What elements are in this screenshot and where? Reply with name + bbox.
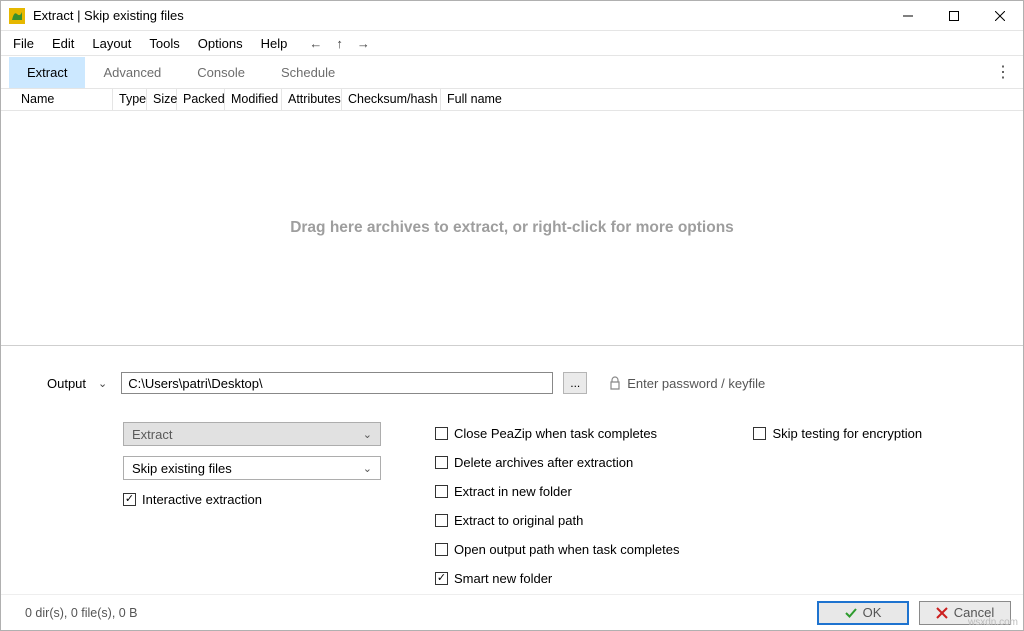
open-output-checkbox[interactable]: Open output path when task completes bbox=[435, 542, 679, 557]
col-attributes[interactable]: Attributes bbox=[282, 89, 342, 110]
menu-edit[interactable]: Edit bbox=[44, 34, 82, 53]
output-dropdown-caret[interactable]: ⌄ bbox=[98, 377, 107, 390]
nav-back[interactable]: ← bbox=[303, 34, 328, 53]
drop-area[interactable]: Drag here archives to extract, or right-… bbox=[1, 111, 1023, 345]
col-type[interactable]: Type bbox=[113, 89, 147, 110]
titlebar: Extract | Skip existing files bbox=[1, 1, 1023, 31]
options-panel: Output ⌄ ... Enter password / keyfile Ex… bbox=[1, 346, 1023, 594]
nav-forward[interactable]: → bbox=[351, 34, 376, 53]
column-headers: Name Type Size Packed Modified Attribute… bbox=[1, 89, 1023, 111]
menu-file[interactable]: File bbox=[5, 34, 42, 53]
delete-label: Delete archives after extraction bbox=[454, 455, 633, 470]
middle-checkbox-list: Close PeaZip when task completes Delete … bbox=[435, 422, 679, 586]
tab-console[interactable]: Console bbox=[179, 57, 263, 88]
col-packed[interactable]: Packed bbox=[177, 89, 225, 110]
close-on-complete-checkbox[interactable]: Close PeaZip when task completes bbox=[435, 426, 679, 441]
chevron-down-icon: ⌄ bbox=[363, 462, 372, 475]
tab-extract[interactable]: Extract bbox=[9, 57, 85, 88]
output-path-input[interactable] bbox=[121, 372, 553, 394]
checkbox-icon bbox=[123, 493, 136, 506]
skiptest-label: Skip testing for encryption bbox=[772, 426, 922, 441]
tab-schedule[interactable]: Schedule bbox=[263, 57, 353, 88]
checkbox-icon bbox=[435, 427, 448, 440]
mode-combo-label: Skip existing files bbox=[132, 461, 232, 476]
original-path-checkbox[interactable]: Extract to original path bbox=[435, 513, 679, 528]
delete-after-checkbox[interactable]: Delete archives after extraction bbox=[435, 455, 679, 470]
col-name[interactable]: Name bbox=[1, 89, 113, 110]
chevron-down-icon: ⌄ bbox=[363, 428, 372, 441]
menu-layout[interactable]: Layout bbox=[84, 34, 139, 53]
checkbox-icon bbox=[753, 427, 766, 440]
checkbox-icon bbox=[435, 543, 448, 556]
interactive-label: Interactive extraction bbox=[142, 492, 262, 507]
action-combo[interactable]: Extract ⌄ bbox=[123, 422, 381, 446]
checkbox-icon bbox=[435, 485, 448, 498]
password-link-label: Enter password / keyfile bbox=[627, 376, 765, 391]
mode-combo[interactable]: Skip existing files ⌄ bbox=[123, 456, 381, 480]
ok-button[interactable]: OK bbox=[817, 601, 909, 625]
output-label: Output bbox=[47, 376, 86, 391]
left-controls: Extract ⌄ Skip existing files ⌄ Interact… bbox=[123, 422, 381, 507]
new-folder-checkbox[interactable]: Extract in new folder bbox=[435, 484, 679, 499]
drop-hint: Drag here archives to extract, or right-… bbox=[290, 219, 734, 237]
col-fullname[interactable]: Full name bbox=[441, 89, 1023, 110]
enter-password-link[interactable]: Enter password / keyfile bbox=[609, 376, 765, 391]
menu-options[interactable]: Options bbox=[190, 34, 251, 53]
ok-label: OK bbox=[863, 605, 882, 620]
right-checkbox-list: Skip testing for encryption bbox=[753, 422, 922, 441]
window-title: Extract | Skip existing files bbox=[33, 8, 885, 23]
statusbar: 0 dir(s), 0 file(s), 0 B OK Cancel bbox=[1, 594, 1023, 630]
maximize-button[interactable] bbox=[931, 1, 977, 30]
watermark: wsxdn.com bbox=[968, 617, 1018, 628]
browse-output-button[interactable]: ... bbox=[563, 372, 587, 394]
col-modified[interactable]: Modified bbox=[225, 89, 282, 110]
col-size[interactable]: Size bbox=[147, 89, 177, 110]
menubar: File Edit Layout Tools Options Help ← ↑ … bbox=[1, 31, 1023, 55]
nav-up[interactable]: ↑ bbox=[330, 34, 349, 53]
smart-label: Smart new folder bbox=[454, 571, 552, 586]
menu-help[interactable]: Help bbox=[253, 34, 296, 53]
status-text: 0 dir(s), 0 file(s), 0 B bbox=[25, 606, 138, 620]
app-icon bbox=[9, 8, 25, 24]
smart-folder-checkbox[interactable]: Smart new folder bbox=[435, 571, 679, 586]
checkbox-icon bbox=[435, 456, 448, 469]
close-label: Close PeaZip when task completes bbox=[454, 426, 657, 441]
close-button[interactable] bbox=[977, 1, 1023, 30]
tabbar: Extract Advanced Console Schedule ⋮ bbox=[1, 55, 1023, 89]
tab-advanced[interactable]: Advanced bbox=[85, 57, 179, 88]
lock-icon bbox=[609, 376, 621, 390]
interactive-extraction-checkbox[interactable]: Interactive extraction bbox=[123, 492, 381, 507]
minimize-button[interactable] bbox=[885, 1, 931, 30]
original-label: Extract to original path bbox=[454, 513, 583, 528]
newfolder-label: Extract in new folder bbox=[454, 484, 572, 499]
checkbox-icon bbox=[435, 514, 448, 527]
action-combo-label: Extract bbox=[132, 427, 172, 442]
openoutput-label: Open output path when task completes bbox=[454, 542, 679, 557]
x-icon bbox=[936, 607, 948, 619]
checkbox-icon bbox=[435, 572, 448, 585]
check-icon bbox=[845, 607, 857, 619]
col-checksum[interactable]: Checksum/hash bbox=[342, 89, 441, 110]
skip-testing-checkbox[interactable]: Skip testing for encryption bbox=[753, 426, 922, 441]
more-options-button[interactable]: ⋮ bbox=[991, 62, 1015, 82]
menu-tools[interactable]: Tools bbox=[141, 34, 187, 53]
